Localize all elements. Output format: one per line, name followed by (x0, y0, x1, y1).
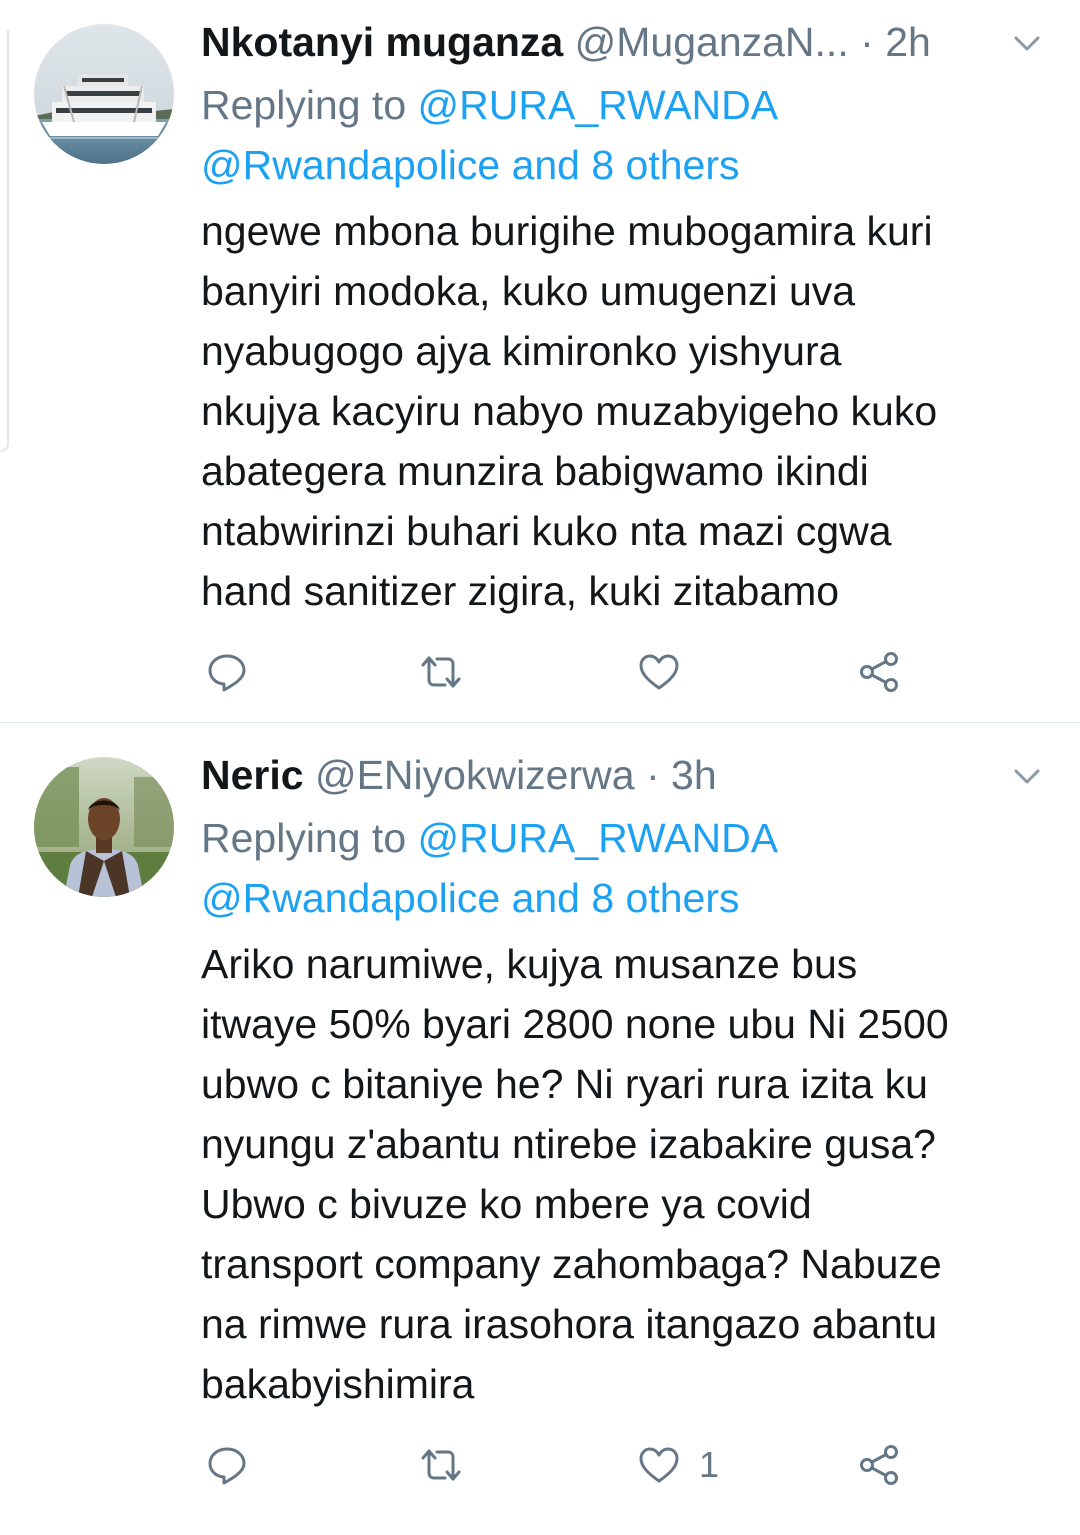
user-avatar[interactable] (34, 757, 174, 897)
mention-link[interactable]: @RURA_RWANDA (418, 82, 779, 128)
separator-dot: · (860, 19, 874, 65)
tweet-text: ngewe mbona burigihe mubogamira kuri ban… (201, 201, 1051, 621)
tweet-header: Nkotanyi muganza @MuganzaN... · 2h (201, 17, 980, 67)
tweet-time[interactable]: 3h (671, 752, 717, 798)
tweet-text-line: nkujya kacyiru nabyo muzabyigeho kuko (201, 388, 938, 434)
reply-button[interactable] (205, 1440, 249, 1490)
like-button[interactable] (637, 647, 699, 697)
replying-to: Replying to @RURA_RWANDA @Rwandapolice a… (201, 808, 778, 928)
reply-icon (208, 654, 246, 692)
replying-to: Replying to @RURA_RWANDA @Rwandapolice a… (201, 75, 778, 195)
mention-others-link[interactable]: @Rwandapolice and 8 others (201, 875, 740, 921)
tweet-text-line: Ariko narumiwe, kujya musanze bus (201, 941, 858, 987)
boat-avatar-icon (34, 24, 174, 164)
like-button[interactable]: 1 (637, 1440, 719, 1490)
like-count: 1 (699, 1444, 720, 1485)
user-avatar[interactable] (34, 24, 174, 164)
tweet-text-line: bakabyishimira (201, 1361, 475, 1407)
tweet-text-line: ubwo c bitaniye he? Ni ryari rura izita … (201, 1061, 928, 1107)
tweet-text-line: banyiri modoka, kuko umugenzi uva (201, 268, 856, 314)
retweet-button[interactable] (419, 647, 463, 697)
tweet-time[interactable]: 2h (885, 19, 931, 65)
tweet-header: Neric @ENiyokwizerwa · 3h (201, 750, 980, 800)
heart-icon (639, 654, 679, 690)
retweet-icon (421, 1449, 461, 1481)
tweet-text-line: abategera munzira babigwamo ikindi (201, 448, 869, 494)
mention-link[interactable]: @RURA_RWANDA (418, 815, 779, 861)
tweet-actions: 1 (201, 1440, 961, 1490)
chevron-down-icon[interactable] (1012, 761, 1042, 791)
replying-prefix: Replying to (201, 815, 407, 861)
display-name[interactable]: Nkotanyi muganza (201, 19, 563, 65)
tweet-text-line: nyungu z'abantu ntirebe izabakire gusa? (201, 1121, 936, 1167)
person-avatar-icon (34, 757, 174, 897)
chevron-down-icon[interactable] (1012, 28, 1042, 58)
retweet-icon (421, 656, 461, 688)
heart-icon (639, 1447, 679, 1483)
tweet-text-line: itwaye 50% byari 2800 none ubu Ni 2500 (201, 1001, 949, 1047)
tweet-text-line: ngewe mbona burigihe mubogamira kuri (201, 208, 933, 254)
tweet-text-line: Ubwo c bivuze ko mbere ya covid (201, 1181, 812, 1227)
reply-icon (208, 1447, 246, 1485)
tweet-card[interactable]: Neric @ENiyokwizerwa · 3h Replying to @R… (0, 723, 1080, 1535)
user-handle[interactable]: @ENiyokwizerwa (315, 752, 635, 798)
tweet-text-line: nyabugogo ajya kimironko yishyura (201, 328, 842, 374)
tweet-text: Ariko narumiwe, kujya musanze bus itwaye… (201, 934, 1051, 1414)
user-handle[interactable]: @MuganzaN... (575, 19, 849, 65)
share-button[interactable] (857, 1440, 901, 1490)
tweet-text-line: hand sanitizer zigira, kuki zitabamo (201, 568, 840, 614)
tweet-text-line: ntabwirinzi buhari kuko nta mazi cgwa (201, 508, 892, 554)
share-button[interactable] (857, 647, 901, 697)
tweet-actions (201, 647, 961, 697)
separator-dot: · (645, 752, 660, 798)
tweet-card[interactable]: Nkotanyi muganza @MuganzaN... · 2h Reply… (0, 0, 1080, 722)
share-icon (860, 1445, 898, 1485)
replying-prefix: Replying to (201, 82, 407, 128)
retweet-button[interactable] (419, 1440, 463, 1490)
display-name[interactable]: Neric (201, 752, 304, 798)
mention-others-link[interactable]: @Rwandapolice and 8 others (201, 142, 740, 188)
tweet-text-line: na rimwe rura irasohora itangazo abantu (201, 1301, 938, 1347)
share-icon (860, 652, 898, 692)
reply-button[interactable] (205, 647, 249, 697)
tweet-text-line: transport company zahombaga? Nabuze (201, 1241, 942, 1287)
